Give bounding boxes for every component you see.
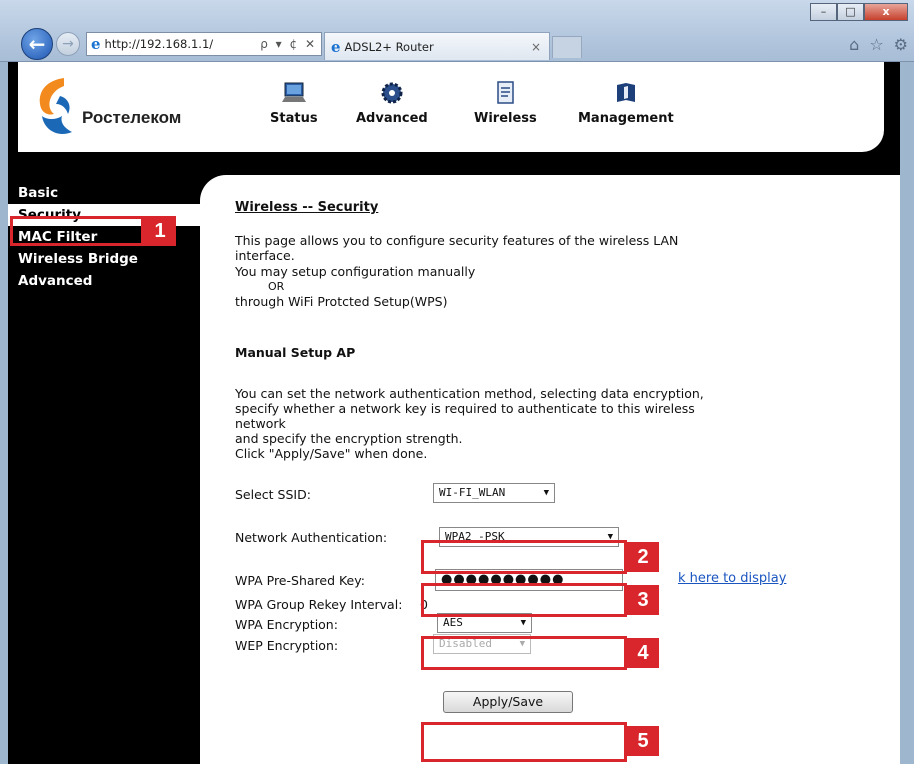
- nav-status-label: Status: [270, 111, 318, 126]
- rostelecom-logo-icon: [39, 78, 72, 135]
- nav-management[interactable]: Management: [578, 80, 674, 126]
- window-controls: – □ x: [810, 3, 908, 21]
- forward-button[interactable]: →: [56, 32, 80, 56]
- rekey-label: WPA Group Rekey Interval:: [235, 597, 403, 612]
- sidebar-item-advanced[interactable]: Advanced: [8, 270, 208, 292]
- desc-line-3: network: [235, 416, 286, 431]
- encryption-label: WPA Encryption:: [235, 617, 338, 632]
- highlight-box-5: [421, 722, 627, 762]
- desc-line-2: specify whether a network key is require…: [235, 401, 695, 416]
- address-tools[interactable]: ρ ▾ ¢ ✕: [260, 37, 321, 51]
- desc-line-5: Click "Apply/Save" when done.: [235, 446, 428, 461]
- encryption-value: AES: [443, 616, 463, 629]
- brand-name: Ростелеком: [82, 108, 182, 127]
- page-title: Wireless -- Security: [235, 200, 379, 215]
- nav-wireless-label: Wireless: [474, 111, 537, 126]
- annotation-badge-2: 2: [627, 542, 659, 572]
- nav-advanced[interactable]: Advanced: [356, 80, 428, 126]
- nav-advanced-label: Advanced: [356, 111, 428, 126]
- highlight-box-4: [421, 636, 627, 670]
- router-header: Ростелеком Status Advanced Wireless Mana…: [18, 62, 884, 152]
- desc-line-4: and specify the encryption strength.: [235, 431, 463, 446]
- highlight-box-3: [421, 583, 627, 617]
- browser-toolbar-icons: ⌂ ☆ ⚙: [849, 35, 908, 54]
- tab-ie-icon: e: [331, 37, 341, 56]
- section-title: Manual Setup AP: [235, 345, 356, 360]
- ssid-label: Select SSID:: [235, 487, 311, 502]
- ie-icon: e: [91, 35, 101, 53]
- psk-label: WPA Pre-Shared Key:: [235, 573, 365, 588]
- gear-icon: [381, 82, 403, 104]
- highlight-box-1: [10, 216, 144, 246]
- minimize-button[interactable]: –: [810, 3, 837, 21]
- address-text: http://192.168.1.1/: [104, 37, 214, 51]
- close-window-button[interactable]: x: [864, 3, 908, 21]
- laptop-icon: [281, 82, 306, 102]
- annotation-badge-5: 5: [627, 726, 659, 756]
- intro-line-3: You may setup configuration manually: [235, 264, 476, 279]
- annotation-badge-1: 1: [144, 216, 176, 246]
- book-icon: [616, 83, 635, 102]
- highlight-box-2: [421, 540, 627, 574]
- sidebar-item-basic[interactable]: Basic: [8, 182, 208, 204]
- document-icon: [497, 81, 515, 104]
- annotation-badge-3: 3: [627, 585, 659, 615]
- main-content: Wireless -- Security This page allows yo…: [200, 175, 900, 764]
- intro-line-2: interface.: [235, 248, 295, 263]
- nav-status[interactable]: Status: [270, 80, 318, 126]
- home-icon[interactable]: ⌂: [849, 35, 859, 54]
- apply-save-button[interactable]: Apply/Save: [443, 691, 573, 713]
- maximize-button[interactable]: □: [837, 3, 864, 21]
- desc-line-1: You can set the network authentication m…: [235, 386, 704, 401]
- nav-wireless[interactable]: Wireless: [474, 80, 537, 126]
- address-bar[interactable]: e http://192.168.1.1/ ρ ▾ ¢ ✕: [86, 32, 322, 56]
- ssid-value: WI-FI_WLAN: [439, 486, 506, 499]
- tab-close-icon[interactable]: ×: [531, 40, 541, 54]
- browser-chrome: – □ x ← → e http://192.168.1.1/ ρ ▾ ¢ ✕ …: [0, 0, 914, 62]
- chevron-down-icon: ▼: [543, 488, 549, 498]
- auth-label: Network Authentication:: [235, 530, 388, 545]
- wep-label: WEP Encryption:: [235, 638, 339, 653]
- back-button[interactable]: ←: [21, 28, 53, 60]
- tools-icon[interactable]: ⚙: [894, 35, 908, 54]
- display-key-link[interactable]: k here to display: [678, 571, 786, 586]
- browser-tab[interactable]: e ADSL2+ Router ×: [324, 32, 550, 60]
- intro-line-1: This page allows you to configure securi…: [235, 233, 679, 248]
- sidebar-item-wireless-bridge[interactable]: Wireless Bridge: [8, 248, 208, 270]
- intro-line-or: OR: [268, 280, 285, 293]
- nav-management-label: Management: [578, 111, 674, 126]
- new-tab-button[interactable]: [552, 36, 582, 58]
- favorites-icon[interactable]: ☆: [869, 35, 883, 54]
- tab-title: ADSL2+ Router: [344, 39, 434, 54]
- ssid-select[interactable]: WI-FI_WLAN ▼: [433, 483, 555, 503]
- annotation-badge-4: 4: [627, 638, 659, 668]
- intro-line-5: through WiFi Protcted Setup(WPS): [235, 294, 448, 309]
